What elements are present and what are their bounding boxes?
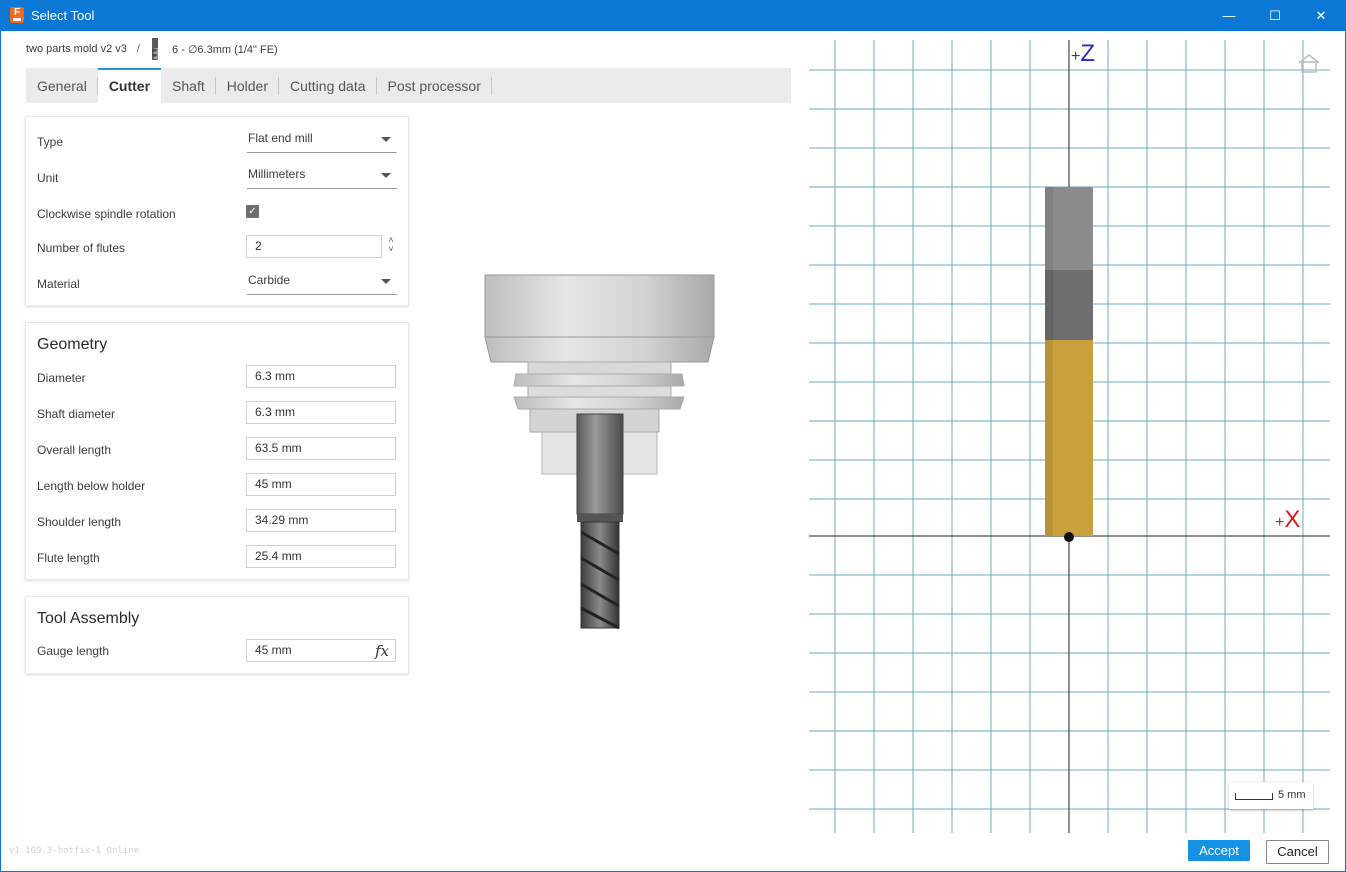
fusion-app-icon: F	[10, 7, 24, 23]
breadcrumb-tool: 6 - ∅6.3mm (1/4" FE)	[171, 43, 278, 56]
tab-post-processor[interactable]: Post processor	[377, 68, 493, 103]
breadcrumb: two parts mold v2 v3 / 6 - ∅6.3mm (1/4" …	[26, 38, 278, 60]
material-label: Material	[37, 277, 80, 291]
unit-select[interactable]: Millimeters	[247, 167, 397, 189]
tab-holder[interactable]: Holder	[216, 68, 280, 103]
holder-neck	[527, 385, 672, 398]
flutes-label: Number of flutes	[37, 241, 126, 255]
diameter-label: Diameter	[37, 371, 86, 385]
unit-label: Unit	[37, 171, 59, 185]
close-button[interactable]: ✕	[1298, 0, 1344, 31]
checkmark-icon: ✓	[248, 206, 257, 217]
tool-holder-3d-preview[interactable]	[480, 270, 720, 635]
material-select[interactable]: Carbide	[247, 273, 397, 295]
dropdown-caret-icon	[381, 279, 391, 284]
length-below-holder-label: Length below holder	[37, 479, 146, 493]
title-bar: F Select Tool — ☐ ✕	[0, 0, 1346, 31]
clockwise-rotation-label: Clockwise spindle rotation	[37, 207, 176, 221]
minimize-button[interactable]: —	[1206, 0, 1252, 31]
window-title: Select Tool	[31, 8, 95, 23]
gauge-length-input[interactable]: 45 mm fx	[246, 639, 396, 662]
tab-cutting-data[interactable]: Cutting data	[279, 68, 377, 103]
version-label: v1.109.3-hotfix-1 Online	[9, 846, 140, 856]
type-value: Flat end mill	[248, 131, 313, 145]
grid-canvas	[809, 40, 1330, 833]
overall-length-input[interactable]: 63.5 mm	[246, 437, 396, 460]
length-below-holder-input[interactable]: 45 mm	[246, 473, 396, 496]
scale-bar-icon	[1235, 793, 1273, 800]
maximize-button[interactable]: ☐	[1252, 0, 1298, 31]
dropdown-caret-icon	[381, 137, 391, 142]
overall-length-label: Overall length	[37, 443, 112, 457]
breadcrumb-separator: /	[136, 43, 140, 55]
maximize-icon: ☐	[1269, 8, 1281, 23]
tab-cutter[interactable]: Cutter	[97, 68, 162, 103]
scale-label: 5 mm	[1278, 789, 1306, 801]
cutter-panel: Type Flat end mill Unit Millimeters Cloc…	[25, 116, 409, 306]
gauge-length-label: Gauge length	[37, 644, 110, 658]
formula-fx-icon[interactable]: fx	[375, 641, 389, 661]
tool-tip-origin-point	[1064, 532, 1074, 542]
holder-collar	[527, 361, 672, 375]
x-axis-label: +X	[1275, 506, 1301, 533]
spinner-down-icon[interactable]: ˅	[386, 245, 396, 254]
tool-assembly-title: Tool Assembly	[37, 610, 140, 627]
flutes-input[interactable]: 2	[246, 235, 382, 258]
tool-shaft	[576, 413, 624, 515]
flute-length-label: Flute length	[37, 551, 100, 565]
close-icon: ✕	[1315, 8, 1327, 23]
window-border-left	[0, 31, 1, 872]
shaft-diameter-input[interactable]: 6.3 mm	[246, 401, 396, 424]
diameter-input[interactable]: 6.3 mm	[246, 365, 396, 388]
material-value: Carbide	[248, 273, 291, 287]
holder-ring	[513, 373, 685, 387]
shoulder-length-input[interactable]: 34.29 mm	[246, 509, 396, 532]
tab-shaft[interactable]: Shaft	[161, 68, 216, 103]
geometry-panel: Geometry Diameter 6.3 mm Shaft diameter …	[25, 322, 409, 580]
clockwise-rotation-checkbox[interactable]: ✓	[246, 205, 259, 218]
holder-body	[484, 274, 715, 338]
type-label: Type	[37, 135, 64, 149]
breadcrumb-document[interactable]: two parts mold v2 v3	[26, 43, 127, 55]
flutes-spinner[interactable]: ˄ ˅	[386, 236, 396, 254]
tab-general[interactable]: General	[26, 68, 98, 103]
holder-ring-lower	[513, 396, 685, 410]
tool-profile-grid-view[interactable]	[809, 40, 1330, 833]
geometry-title: Geometry	[37, 336, 108, 353]
minimize-icon: —	[1222, 8, 1236, 23]
shaft-diameter-label: Shaft diameter	[37, 407, 116, 421]
z-axis-label: +Z	[1071, 40, 1096, 67]
shoulder-length-label: Shoulder length	[37, 515, 122, 529]
tab-bar: General Cutter Shaft Holder Cutting data…	[26, 68, 791, 103]
dropdown-caret-icon	[381, 173, 391, 178]
tool-assembly-panel: Tool Assembly Gauge length 45 mm fx	[25, 596, 409, 674]
end-mill-thumbnail-icon	[151, 38, 158, 60]
unit-value: Millimeters	[248, 167, 306, 181]
cancel-button[interactable]: Cancel	[1266, 840, 1329, 864]
scale-indicator: 5 mm	[1229, 782, 1313, 809]
tool-profile-shade	[1045, 187, 1053, 536]
holder-flange	[484, 336, 715, 363]
type-select[interactable]: Flat end mill	[247, 131, 397, 153]
home-view-icon[interactable]	[1297, 53, 1321, 73]
gauge-length-value: 45 mm	[255, 643, 292, 657]
flute-length-input[interactable]: 25.4 mm	[246, 545, 396, 568]
tool-shoulder	[577, 514, 623, 522]
accept-button[interactable]: Accept	[1188, 840, 1250, 861]
